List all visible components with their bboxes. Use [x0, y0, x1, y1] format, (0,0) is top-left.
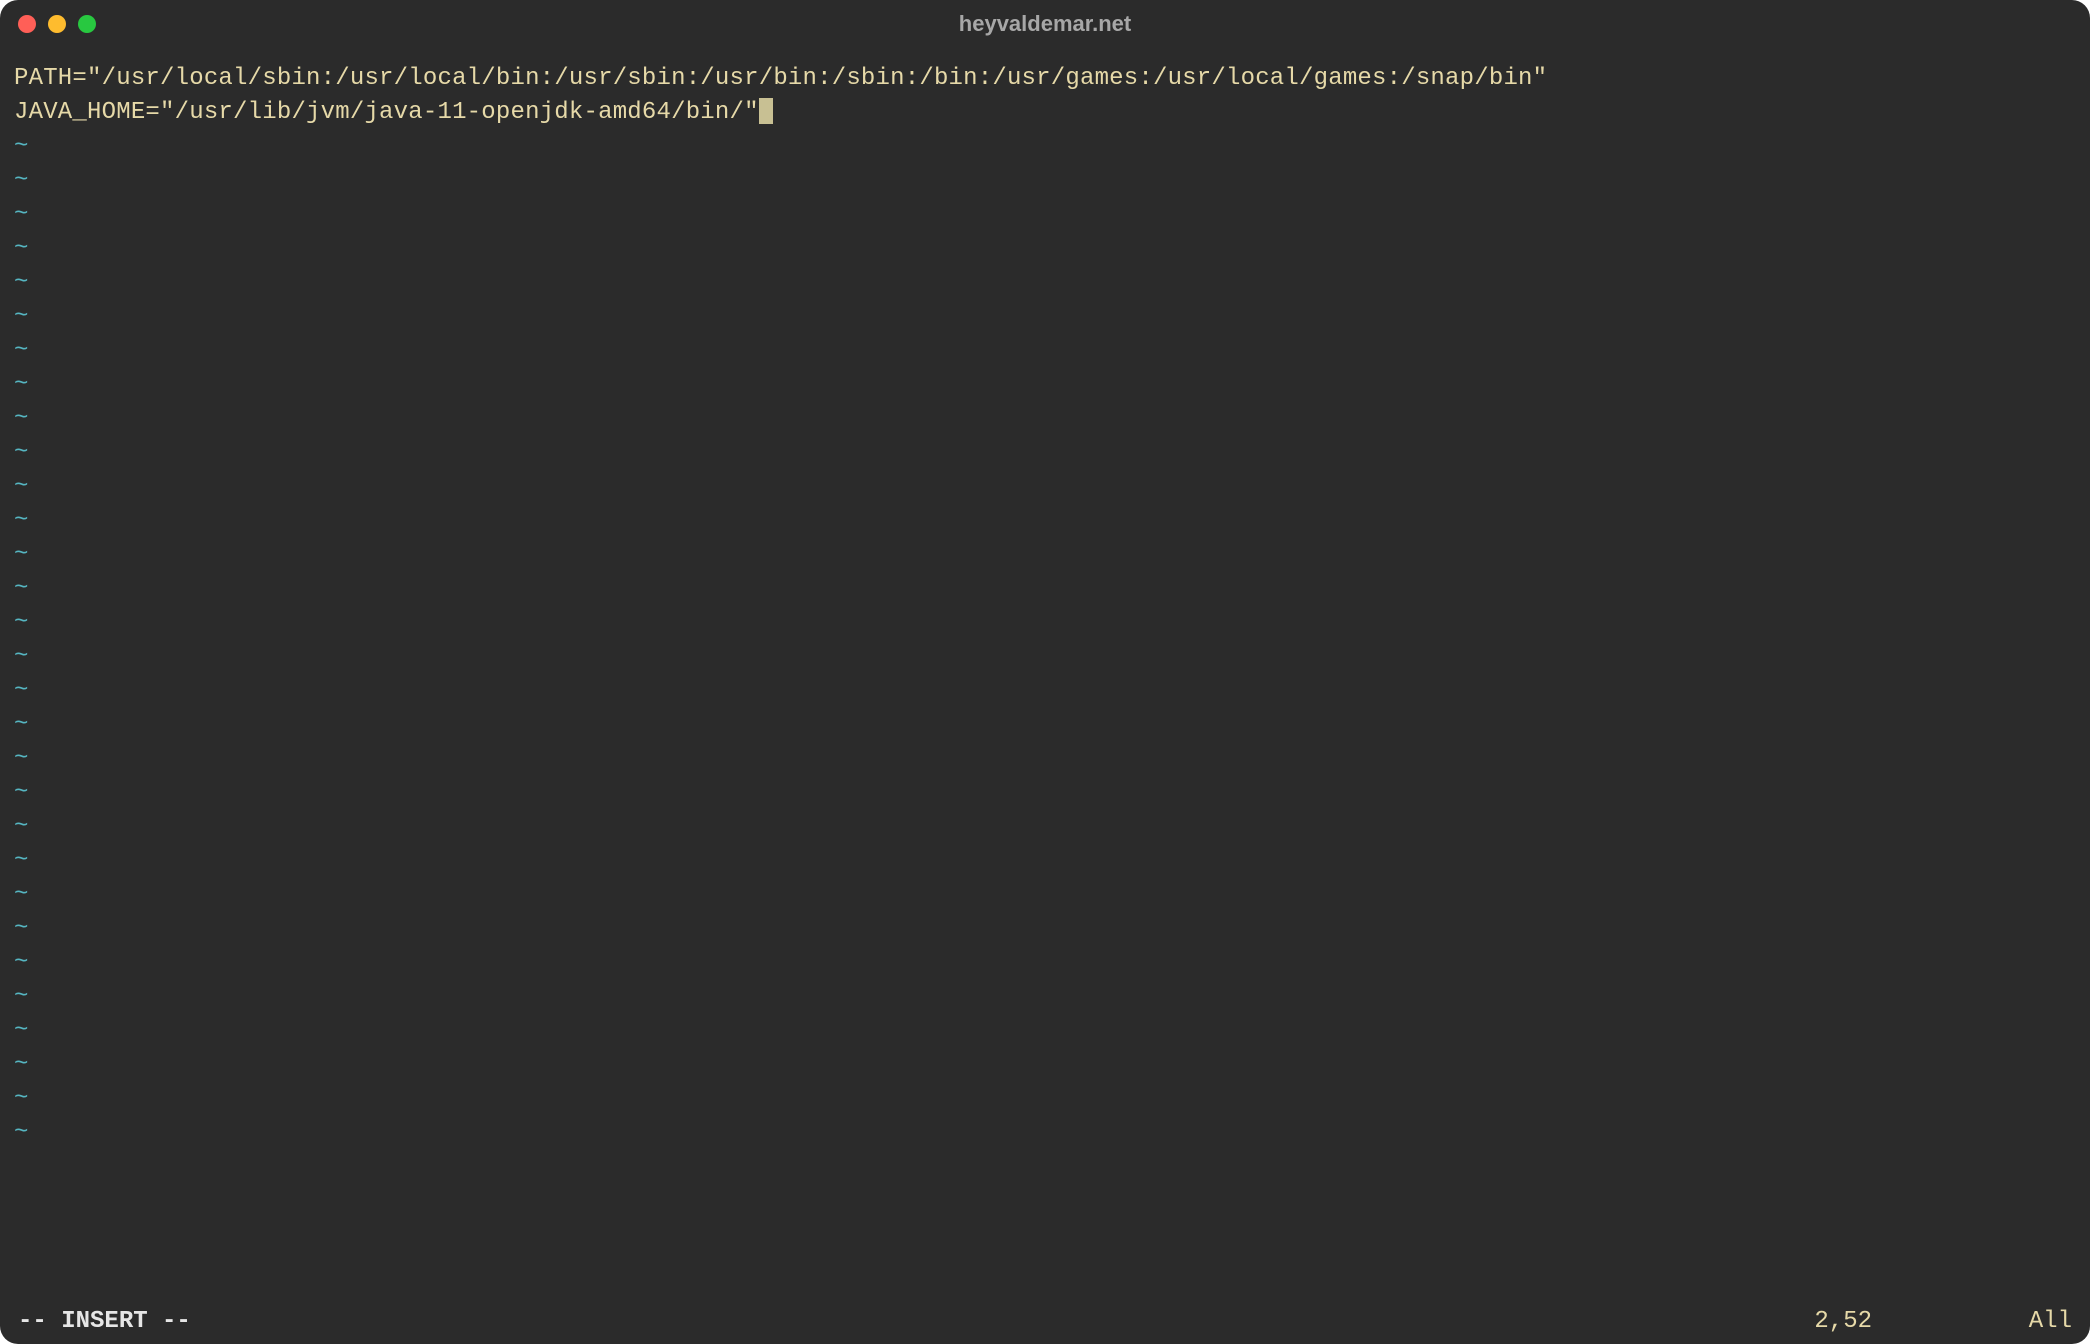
empty-line-marker: ~ — [14, 946, 2076, 980]
empty-line-marker: ~ — [14, 130, 2076, 164]
statusbar: -- INSERT -- 2,52 All — [0, 1304, 2090, 1344]
editor-area[interactable]: PATH="/usr/local/sbin:/usr/local/bin:/us… — [0, 48, 2090, 1304]
minimize-icon[interactable] — [48, 15, 66, 33]
empty-line-marker: ~ — [14, 300, 2076, 334]
empty-line-marker: ~ — [14, 1014, 2076, 1048]
empty-line-marker: ~ — [14, 1082, 2076, 1116]
empty-line-marker: ~ — [14, 844, 2076, 878]
file-line[interactable]: JAVA_HOME="/usr/lib/jvm/java-11-openjdk-… — [14, 96, 2076, 130]
vim-mode: -- INSERT -- — [18, 1308, 191, 1335]
traffic-lights — [18, 15, 96, 33]
empty-line-marker: ~ — [14, 776, 2076, 810]
empty-line-marker: ~ — [14, 1116, 2076, 1150]
empty-line-marker: ~ — [14, 640, 2076, 674]
empty-line-marker: ~ — [14, 266, 2076, 300]
empty-line-marker: ~ — [14, 708, 2076, 742]
empty-line-marker: ~ — [14, 572, 2076, 606]
cursor-icon — [759, 98, 773, 124]
maximize-icon[interactable] — [78, 15, 96, 33]
empty-line-marker: ~ — [14, 334, 2076, 368]
empty-line-marker: ~ — [14, 504, 2076, 538]
empty-line-marker: ~ — [14, 810, 2076, 844]
empty-line-marker: ~ — [14, 980, 2076, 1014]
empty-line-marker: ~ — [14, 232, 2076, 266]
empty-line-marker: ~ — [14, 912, 2076, 946]
cursor-position: 2,52 — [1814, 1308, 1872, 1335]
empty-line-marker: ~ — [14, 368, 2076, 402]
empty-line-marker: ~ — [14, 878, 2076, 912]
titlebar: heyvaldemar.net — [0, 0, 2090, 48]
empty-line-marker: ~ — [14, 470, 2076, 504]
close-icon[interactable] — [18, 15, 36, 33]
empty-line-marker: ~ — [14, 674, 2076, 708]
scroll-indicator: All — [2012, 1308, 2072, 1335]
terminal-window: heyvaldemar.net PATH="/usr/local/sbin:/u… — [0, 0, 2090, 1344]
window-title: heyvaldemar.net — [959, 11, 1131, 37]
empty-line-marker: ~ — [14, 606, 2076, 640]
empty-line-marker: ~ — [14, 538, 2076, 572]
empty-line-marker: ~ — [14, 436, 2076, 470]
empty-line-marker: ~ — [14, 742, 2076, 776]
empty-line-marker: ~ — [14, 164, 2076, 198]
empty-line-marker: ~ — [14, 1048, 2076, 1082]
file-line[interactable]: PATH="/usr/local/sbin:/usr/local/bin:/us… — [14, 62, 2076, 96]
empty-line-marker: ~ — [14, 198, 2076, 232]
empty-line-marker: ~ — [14, 402, 2076, 436]
